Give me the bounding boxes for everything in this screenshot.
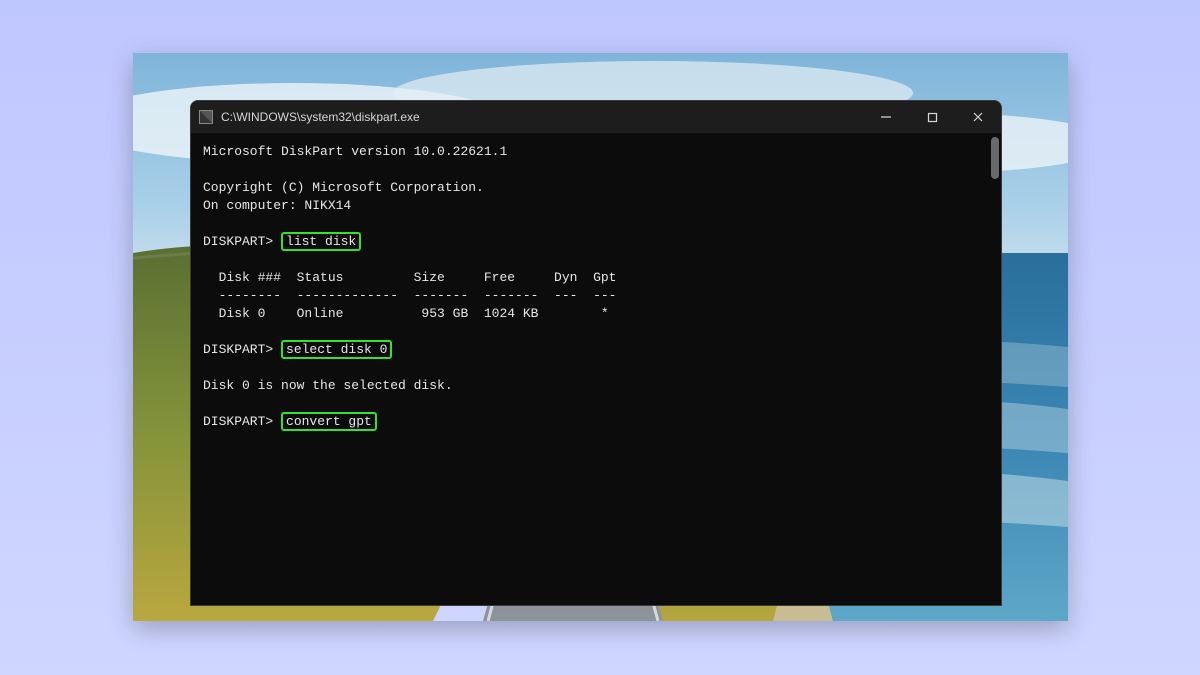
terminal-window: C:\WINDOWS\system32\diskpart.exe Microso… bbox=[190, 100, 1002, 606]
list-header: Disk ### Status Size Free Dyn Gpt bbox=[203, 270, 616, 285]
close-button[interactable] bbox=[955, 101, 1001, 133]
computer-line: On computer: NIKX14 bbox=[203, 198, 351, 213]
prompt: DISKPART> bbox=[203, 342, 281, 357]
cmd-convert-gpt: convert gpt bbox=[281, 412, 377, 431]
app-icon bbox=[199, 110, 213, 124]
list-row-0: Disk 0 Online 953 GB 1024 KB * bbox=[203, 306, 609, 321]
close-icon bbox=[972, 111, 984, 123]
cmd-list-disk: list disk bbox=[281, 232, 361, 251]
prompt: DISKPART> bbox=[203, 234, 281, 249]
copyright-line: Copyright (C) Microsoft Corporation. bbox=[203, 180, 484, 195]
window-titlebar[interactable]: C:\WINDOWS\system32\diskpart.exe bbox=[191, 101, 1001, 133]
minimize-button[interactable] bbox=[863, 101, 909, 133]
terminal-body[interactable]: Microsoft DiskPart version 10.0.22621.1 … bbox=[191, 133, 1001, 605]
list-divider: -------- ------------- ------- ------- -… bbox=[203, 288, 616, 303]
selected-message: Disk 0 is now the selected disk. bbox=[203, 378, 453, 393]
prompt: DISKPART> bbox=[203, 414, 281, 429]
window-title: C:\WINDOWS\system32\diskpart.exe bbox=[221, 110, 863, 124]
maximize-button[interactable] bbox=[909, 101, 955, 133]
maximize-icon bbox=[927, 112, 938, 123]
version-line: Microsoft DiskPart version 10.0.22621.1 bbox=[203, 144, 507, 159]
cmd-select-disk: select disk 0 bbox=[281, 340, 392, 359]
minimize-icon bbox=[880, 111, 892, 123]
scrollbar-thumb[interactable] bbox=[991, 137, 999, 179]
